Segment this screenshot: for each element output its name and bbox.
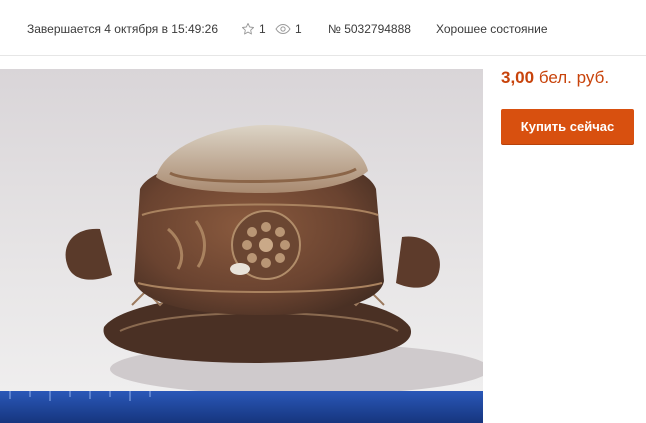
price: 3,00 бел. руб.	[501, 68, 609, 88]
buy-now-button[interactable]: Купить сейчас	[501, 109, 634, 144]
auction-end-time: Завершается 4 октября в 15:49:26	[27, 22, 219, 36]
watchers-count: 1	[259, 22, 266, 36]
listing-photo[interactable]	[0, 69, 483, 423]
item-condition: Хорошее состояние	[436, 22, 548, 36]
price-amount: 3,00	[501, 68, 535, 87]
lot-number: № 5032794888	[328, 22, 411, 36]
views-stat: 1	[275, 22, 302, 36]
eye-icon	[275, 23, 291, 35]
watchers-stat: 1	[241, 22, 266, 36]
listing-meta-bar: Завершается 4 октября в 15:49:26 1 1 № 5…	[0, 0, 646, 56]
star-outline-icon	[241, 22, 255, 36]
views-count: 1	[295, 22, 302, 36]
price-currency: бел. руб.	[538, 68, 610, 87]
